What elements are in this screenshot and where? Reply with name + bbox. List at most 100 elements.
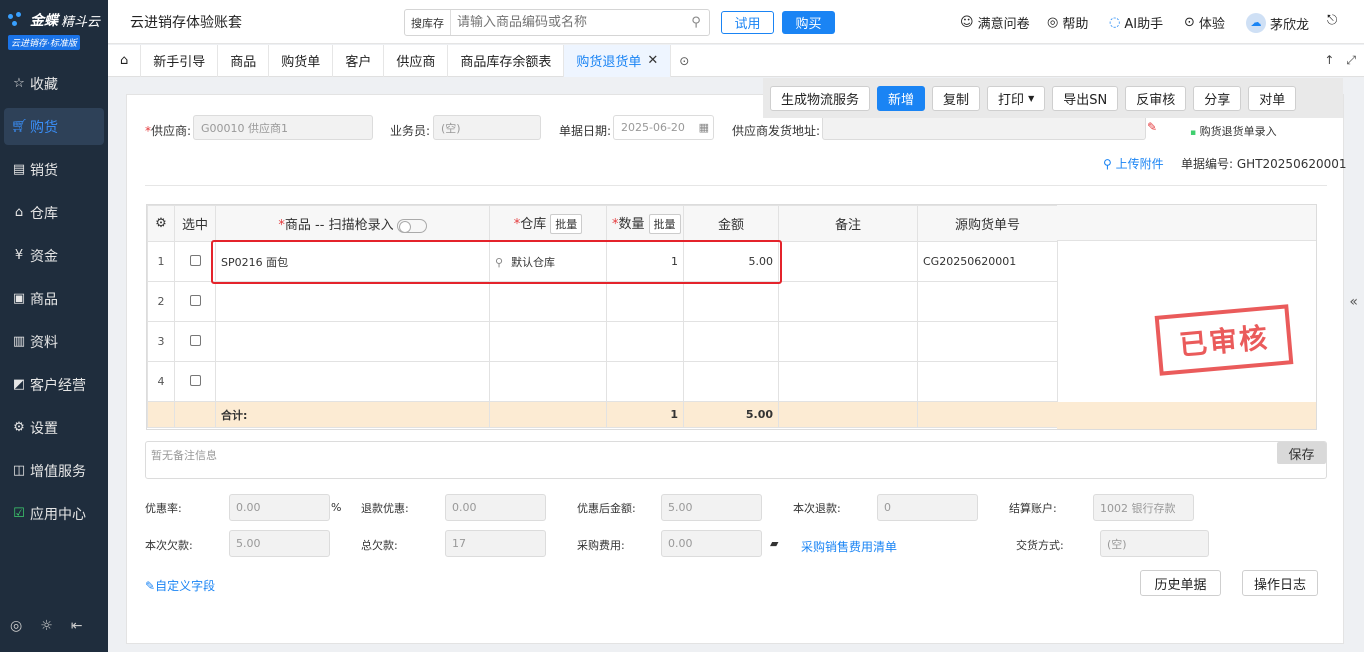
row-checkbox[interactable] [174,281,216,322]
collapse-sidebar-icon[interactable]: ⇤ [71,618,83,634]
share-button[interactable]: 分享 [1193,85,1242,111]
reconcile-button[interactable]: 对单 [1248,85,1297,111]
sidebar-item-purchase[interactable]: 🛒︎ 购货 [4,108,104,145]
cell-product[interactable]: SP0216 面包 [215,241,490,282]
custom-fields-link[interactable]: ✎自定义字段 [145,577,215,594]
logistics-button[interactable]: 生成物流服务 [770,85,871,111]
trial-button[interactable]: 试用 [721,11,774,34]
help-link[interactable]: ◎ 帮助 [1047,13,1088,32]
folder-icon[interactable]: ▰ [770,537,778,550]
theme-icon[interactable]: ☼ [40,618,53,634]
tab-supplier[interactable]: 供应商 [384,44,449,77]
unaudit-button[interactable]: 反审核 [1125,85,1187,111]
tab-home[interactable]: ⌂ [108,44,142,77]
row-checkbox[interactable] [174,321,216,362]
collapse-panel-icon[interactable]: « [1349,294,1358,310]
supplier-field[interactable]: G00010 供应商1 [193,115,373,140]
cell-qty[interactable] [606,361,684,402]
operation-log-button[interactable]: 操作日志 [1242,570,1318,596]
sidebar-item-warehouse[interactable]: ⌂ 仓库 [4,194,104,231]
remark-input[interactable]: 暂无备注信息 [145,441,1327,479]
ai-icon: ◌ [1109,15,1121,30]
user-menu[interactable]: ☁ 茅欣龙 [1246,13,1309,33]
cell-qty[interactable] [606,321,684,362]
history-button[interactable]: 历史单据 [1140,570,1221,596]
purchase-fee-field[interactable]: 0.00 [661,530,762,557]
sidebar-item-goods[interactable]: ▣ 商品 [4,280,104,317]
tab-guide[interactable]: 新手引导 [141,44,219,77]
cell-amount[interactable] [683,321,779,362]
purchase-fee-label: 采购费用: [577,539,625,552]
refund-discount-field[interactable]: 0.00 [445,494,546,521]
copy-button[interactable]: 复制 [932,85,981,111]
tab-goods[interactable]: 商品 [218,44,270,77]
search-icon[interactable]: ⚲ [683,15,709,30]
salesman-field[interactable]: (空) [433,115,541,140]
search-scope[interactable]: 搜库存 [405,10,451,35]
survey-link[interactable]: ☺ 满意问卷 [960,13,1030,32]
cell-warehouse[interactable] [489,361,607,402]
row-index: 2 [147,281,175,322]
cell-product[interactable] [215,281,490,322]
ai-assistant-link[interactable]: ◌ AI助手 [1109,13,1163,32]
upload-attachment[interactable]: ⚲ 上传附件 [1103,155,1164,172]
sidebar-item-customer[interactable]: ◩ 客户经营 [4,366,104,403]
total-label: 合计: [215,401,490,428]
cell-qty[interactable] [606,281,684,322]
cell-note[interactable] [778,281,918,322]
cell-qty[interactable]: 1 [606,241,684,282]
sidebar-item-funds[interactable]: ¥ 资金 [4,237,104,274]
cell-amount[interactable] [683,281,779,322]
row-checkbox[interactable] [174,361,216,402]
expand-icon[interactable]: ⤢ [1346,53,1356,68]
discount-rate-field[interactable]: 0.00 [229,494,330,521]
batch-warehouse-button[interactable]: 批量 [550,214,583,234]
cell-warehouse[interactable] [489,281,607,322]
cell-note[interactable] [778,321,918,362]
cell-amount[interactable] [683,361,779,402]
buy-button[interactable]: 购买 [782,11,835,34]
tab-purchase-return[interactable]: 购货退货单 ✕ [564,44,672,77]
sidebar-item-sales[interactable]: ▤ 销货 [4,151,104,188]
scan-toggle[interactable] [396,218,427,233]
export-sn-button[interactable]: 导出SN [1052,85,1119,111]
fee-list-link[interactable]: 采购销售费用清单 [801,538,897,555]
cell-warehouse[interactable] [489,321,607,362]
logout-icon[interactable]: ⎋ [1327,13,1337,28]
search-input[interactable] [451,15,683,30]
search-icon[interactable]: ⚲ [495,256,503,269]
sidebar-item-favorites[interactable]: ☆ 收藏 [4,65,104,102]
print-button[interactable]: 打印 ▼ [987,85,1046,111]
address-field[interactable] [822,115,1146,140]
cell-amount[interactable]: 5.00 [683,241,779,282]
tab-purchase-order[interactable]: 购货单 [269,44,334,77]
save-button[interactable]: 保存 [1277,442,1326,464]
date-field[interactable]: 2025-06-20 ▦ [613,115,714,140]
tab-inventory-balance[interactable]: 商品库存余额表 [448,44,565,77]
calendar-icon[interactable]: ▦ [699,121,709,134]
tab-more-icon[interactable]: ⊙ [679,54,689,68]
cell-warehouse[interactable]: ⚲ 默认仓库 [489,241,607,282]
column-settings-icon[interactable]: ⚙ [147,205,175,242]
cell-note[interactable] [778,361,918,402]
row-checkbox[interactable] [174,241,216,282]
cell-note[interactable] [778,241,918,282]
sidebar-item-profile[interactable]: ▥ 资料 [4,323,104,360]
close-icon[interactable]: ✕ [647,53,658,68]
new-button[interactable]: 新增 [877,85,926,111]
cell-product[interactable] [215,321,490,362]
delivery-field[interactable]: (空) [1100,530,1209,557]
sidebar-item-settings[interactable]: ⚙ 设置 [4,409,104,446]
account-field[interactable]: 1002 银行存款 [1093,494,1194,521]
edit-icon[interactable]: ✎ [1147,120,1157,134]
sidebar-item-app-center[interactable]: ☑ 应用中心 [4,495,104,532]
target-icon[interactable]: ◎ [10,618,22,634]
batch-qty-button[interactable]: 批量 [648,214,681,234]
search-bar[interactable]: 搜库存 ⚲ [404,9,710,36]
sidebar-item-value-added[interactable]: ◫ 增值服务 [4,452,104,489]
this-refund-field[interactable]: 0 [877,494,978,521]
cell-product[interactable] [215,361,490,402]
arrow-up-icon[interactable]: ↑ [1324,53,1334,68]
experience-link[interactable]: ⊙ 体验 [1184,13,1225,32]
tab-customer[interactable]: 客户 [333,44,385,77]
